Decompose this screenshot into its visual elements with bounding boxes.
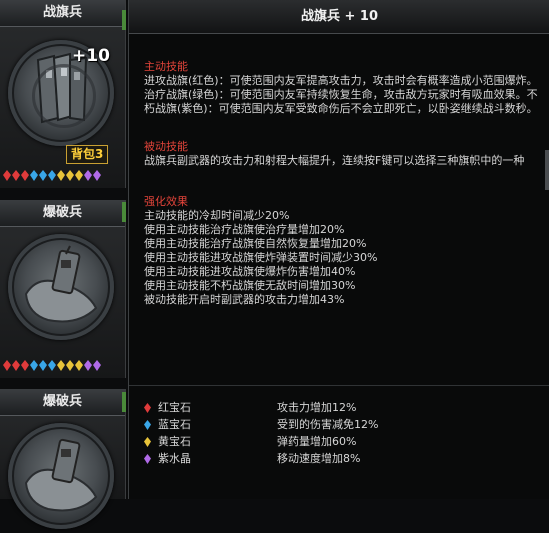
passive-skill-section: 被动技能 战旗兵副武器的攻击力和射程大幅提升，连续按F键可以选择三种旗帜中的一种 [144, 140, 539, 168]
enhancement-line: 使用主动技能治疗战旗使自然恢复量增加20% [144, 237, 367, 250]
blue-gem-icon [144, 420, 151, 430]
item-card-demolition-1[interactable]: 爆破兵 [0, 200, 126, 378]
purple-gem-icon [84, 170, 92, 181]
blue-gem-icon [30, 170, 38, 181]
card-title: 战旗兵 [0, 0, 125, 27]
red-gem-icon [12, 360, 20, 371]
yellow-gem-icon [66, 360, 74, 371]
upgrade-level: +10 [72, 46, 110, 66]
gem-name: 蓝宝石 [158, 418, 191, 431]
bag-count-badge: 背包3 [66, 145, 109, 164]
gem-bonus-row: 黄宝石 弹药量增加60% [144, 434, 534, 450]
item-tooltip-panel: 战旗兵 + 10 主动技能 进攻战旗(红色)：可使范围内友军提高攻击力，攻击时会… [128, 0, 549, 499]
red-gem-icon [12, 170, 20, 181]
gem-bonus-row: 紫水晶 移动速度增加8% [144, 451, 534, 467]
gem-name: 黄宝石 [158, 435, 191, 448]
passive-skill-description: 战旗兵副武器的攻击力和射程大幅提升，连续按F键可以选择三种旗帜中的一种 [144, 154, 525, 167]
enhancement-line: 主动技能的冷却时间减少20% [144, 209, 290, 222]
blue-gem-icon [30, 360, 38, 371]
gem-name: 紫水晶 [158, 452, 191, 465]
active-skill-section: 主动技能 进攻战旗(红色)：可使范围内友军提高攻击力，攻击时会有概率造成小范围爆… [144, 60, 539, 116]
purple-gem-icon [144, 454, 151, 464]
gem-effect: 攻击力增加12% [277, 401, 357, 414]
red-gem-icon [21, 170, 29, 181]
blue-gem-icon [48, 360, 56, 371]
detonator-icon [8, 423, 114, 529]
scroll-indicator [122, 10, 126, 30]
scroll-indicator [122, 202, 126, 222]
blue-gem-icon [39, 360, 47, 371]
yellow-gem-icon [66, 170, 74, 181]
gem-slots [3, 360, 101, 374]
scrollbar[interactable] [545, 150, 549, 190]
red-gem-icon [3, 170, 11, 181]
scroll-indicator [122, 392, 126, 412]
red-gem-icon [21, 360, 29, 371]
enhancement-line: 使用主动技能进攻战旗使炸弹装置时间减少30% [144, 251, 378, 264]
enhancement-heading: 强化效果 [144, 195, 188, 208]
tooltip-title: 战旗兵 + 10 [129, 0, 549, 34]
gem-effect: 弹药量增加60% [277, 435, 357, 448]
card-title: 爆破兵 [0, 389, 125, 416]
blue-gem-icon [48, 170, 56, 181]
enhancement-section: 强化效果 主动技能的冷却时间减少20% 使用主动技能治疗战旗使治疗量增加20% … [144, 195, 377, 307]
gem-slots [3, 170, 101, 184]
blue-gem-icon [39, 170, 47, 181]
detonator-icon [24, 245, 98, 323]
yellow-gem-icon [75, 360, 83, 371]
red-gem-icon [144, 403, 151, 413]
card-title: 爆破兵 [0, 200, 125, 227]
divider [129, 385, 549, 386]
enhancement-line: 使用主动技能治疗战旗使治疗量增加20% [144, 223, 345, 236]
enhancement-line: 被动技能开启时副武器的攻击力增加43% [144, 293, 345, 306]
gem-bonus-row: 红宝石 攻击力增加12% [144, 400, 534, 416]
yellow-gem-icon [75, 170, 83, 181]
active-skill-heading: 主动技能 [144, 60, 188, 73]
gem-effect: 移动速度增加8% [277, 452, 361, 465]
enhancement-line: 使用主动技能进攻战旗使爆炸伤害增加40% [144, 265, 356, 278]
active-skill-description: 进攻战旗(红色)：可使范围内友军提高攻击力，攻击时会有概率造成小范围爆炸。治疗战… [144, 74, 538, 115]
enhancement-line: 使用主动技能不朽战旗使无敌时间增加30% [144, 279, 356, 292]
red-gem-icon [3, 360, 11, 371]
yellow-gem-icon [144, 437, 151, 447]
yellow-gem-icon [57, 170, 65, 181]
gem-name: 红宝石 [158, 401, 191, 414]
purple-gem-icon [84, 360, 92, 371]
gem-effect: 受到的伤害减免12% [277, 418, 379, 431]
purple-gem-icon [93, 360, 101, 371]
passive-skill-heading: 被动技能 [144, 140, 188, 153]
detonator-icon [8, 234, 114, 340]
item-card-flag-soldier[interactable]: 战旗兵 +10 背包3 [0, 0, 126, 188]
detonator-icon [24, 438, 98, 512]
gem-bonus-row: 蓝宝石 受到的伤害减免12% [144, 417, 534, 433]
yellow-gem-icon [57, 360, 65, 371]
item-card-demolition-2[interactable]: 爆破兵 [0, 389, 126, 529]
purple-gem-icon [93, 170, 101, 181]
